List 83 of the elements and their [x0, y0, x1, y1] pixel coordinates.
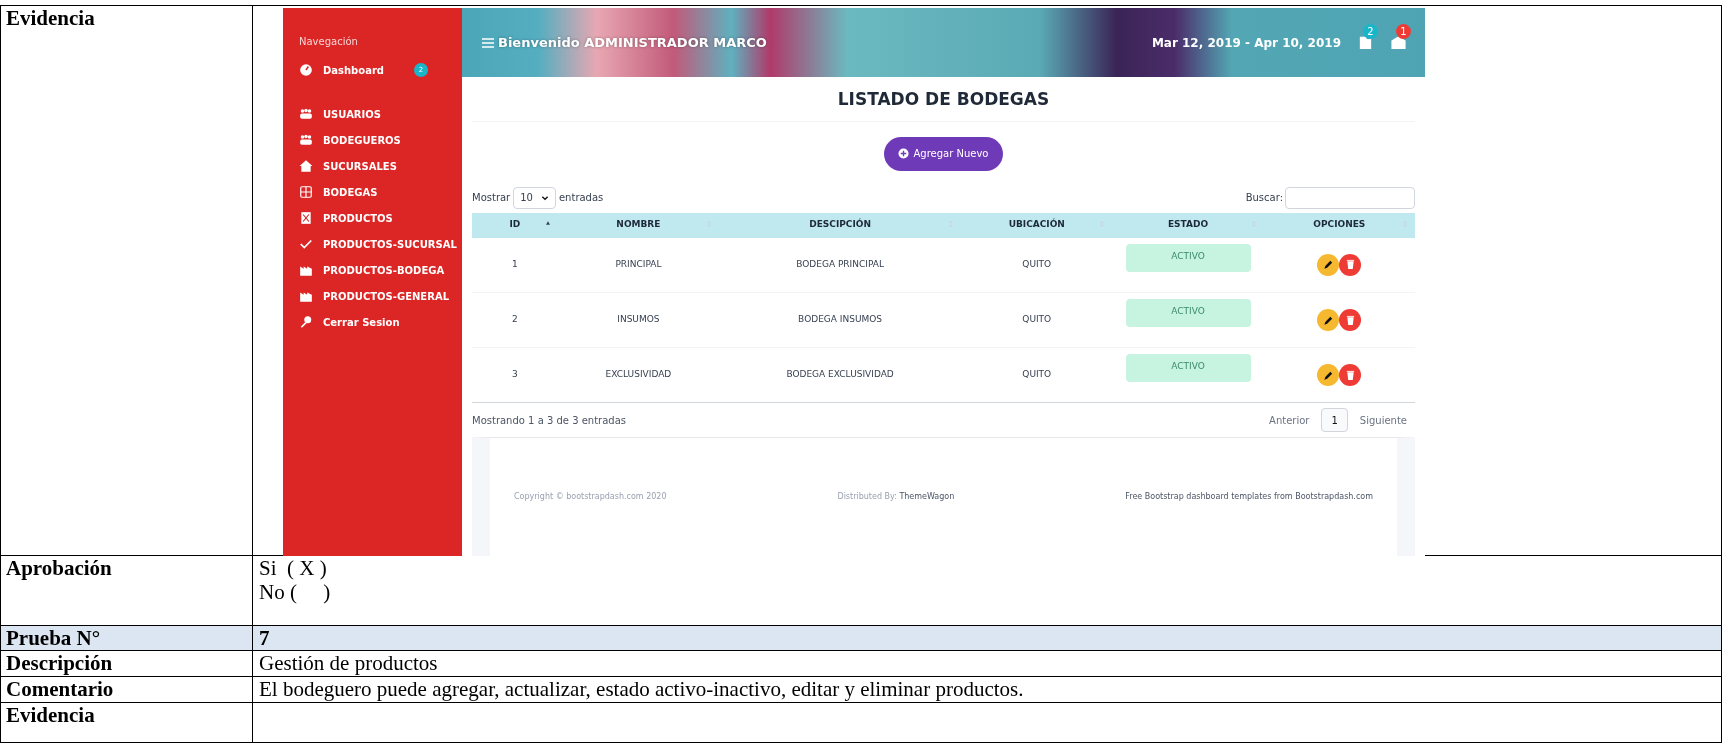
trash-icon	[1344, 369, 1356, 381]
sidebar-item[interactable]: PRODUCTOS-GENERAL	[299, 283, 462, 309]
delete-button[interactable]	[1339, 364, 1362, 386]
length-label: Mostrar	[472, 191, 511, 205]
test-number: 7	[259, 626, 270, 650]
distributed-text: Distributed By: ThemeWagon	[837, 491, 955, 503]
key-icon	[299, 315, 313, 329]
sidebar-item[interactable]: PRODUCTOS	[299, 205, 462, 231]
sidebar-item[interactable]: BODEGAS	[299, 179, 462, 205]
table-cell: INSUMOS	[617, 314, 660, 325]
trash-icon	[1344, 314, 1356, 326]
column-header[interactable]: UBICACIÓN	[961, 212, 1113, 238]
gauge-icon	[299, 63, 313, 77]
table-cell: QUITO	[1022, 259, 1052, 269]
row-label: Evidencia	[6, 6, 95, 30]
copyright-text: Copyright © bootstrapdash.com 2020	[514, 491, 667, 503]
trash-icon	[1344, 259, 1356, 271]
date-range: Mar 12, 2019 - Apr 10, 2019	[1151, 34, 1341, 52]
cell-text: El bodeguero puede agregar, actualizar, estado activo-inactivo, editar y eliminar productos.	[259, 677, 1024, 701]
pagination-button[interactable]: 1	[1321, 408, 1348, 432]
pencil-icon	[1322, 369, 1334, 381]
length-label: entradas	[558, 191, 604, 205]
table-cell: BODEGA INSUMOS	[798, 314, 883, 325]
table-cell: 1	[512, 259, 518, 269]
plus-circle-icon	[898, 148, 910, 159]
check-icon	[299, 237, 313, 251]
count-badge: 2	[1363, 24, 1378, 39]
cell-text: Gestión de productos	[259, 651, 438, 675]
table-cell: QUITO	[1022, 314, 1052, 325]
sidebar-item[interactable]: Cerrar Sesion	[299, 309, 462, 335]
sidebar-item[interactable]: USUARIOS	[299, 101, 462, 127]
count-badge: 1	[1396, 24, 1411, 39]
users-icon	[299, 107, 313, 121]
approval-line: Si ( X )	[259, 556, 328, 580]
row-label: Comentario	[6, 677, 114, 701]
status-badge: ACTIVO	[1125, 354, 1251, 382]
column-header[interactable]: OPCIONES	[1263, 212, 1415, 238]
grid-icon	[299, 185, 313, 199]
row-label: Aprobación	[6, 556, 112, 580]
edit-button[interactable]	[1317, 364, 1340, 386]
pencil-icon	[1322, 314, 1334, 326]
table-cell: BODEGA PRINCIPAL	[796, 259, 884, 269]
table-cell: EXCLUSIVIDAD	[605, 369, 672, 380]
row-label: Evidencia	[6, 703, 95, 727]
pagination-button[interactable]: Siguiente	[1351, 408, 1415, 432]
sidebar-heading: Navegación	[299, 35, 359, 49]
box-icon	[299, 211, 313, 225]
table-cell: QUITO	[1022, 369, 1052, 380]
status-badge: ACTIVO	[1125, 299, 1251, 327]
delete-button[interactable]	[1339, 309, 1362, 331]
sidebar-item[interactable]: BODEGUEROS	[299, 127, 462, 153]
column-header[interactable]: DESCIPCIÓN	[719, 212, 962, 238]
page-title: LISTADO DE BODEGAS	[472, 77, 1415, 122]
mail-icon	[1390, 34, 1407, 51]
row-label: Descripción	[6, 651, 113, 675]
folder-icon	[1357, 34, 1374, 51]
table-cell: 2	[512, 314, 518, 325]
users-icon	[299, 133, 313, 147]
edit-button[interactable]	[1317, 253, 1340, 276]
table-cell: PRINCIPAL	[615, 259, 662, 269]
table-info: Mostrando 1 a 3 de 3 entradas	[472, 413, 627, 428]
edit-button[interactable]	[1317, 309, 1340, 331]
pagination-button[interactable]: Anterior	[1261, 408, 1318, 432]
row-label: Prueba N°	[6, 626, 101, 650]
home-icon	[299, 159, 313, 173]
table-cell: 3	[512, 369, 518, 380]
column-header[interactable]: ID	[472, 212, 558, 238]
sidebar-item[interactable]: PRODUCTOS-SUCURSAL	[299, 231, 462, 257]
search-field[interactable]	[1285, 186, 1415, 209]
templates-text: Free Bootstrap dashboard templates from Bootstrapdash.com	[1125, 491, 1373, 503]
search-label: Buscar:	[1245, 191, 1283, 205]
delete-button[interactable]	[1339, 253, 1362, 276]
column-header[interactable]: ESTADO	[1112, 212, 1264, 238]
chevron-down-icon	[540, 193, 549, 202]
approval-line: No ( )	[259, 580, 332, 604]
entries-select[interactable]: 10	[513, 186, 556, 209]
sidebar-item[interactable]: PRODUCTOS-BODEGA	[299, 257, 462, 283]
status-badge: ACTIVO	[1125, 243, 1251, 272]
table-cell: BODEGA EXCLUSIVIDAD	[786, 369, 894, 380]
column-header[interactable]: NOMBRE	[557, 212, 720, 238]
add-button[interactable]: Agregar Nuevo	[884, 136, 1003, 171]
pencil-icon	[1322, 259, 1334, 271]
sidebar-item[interactable]: SUCURSALES	[299, 153, 462, 179]
